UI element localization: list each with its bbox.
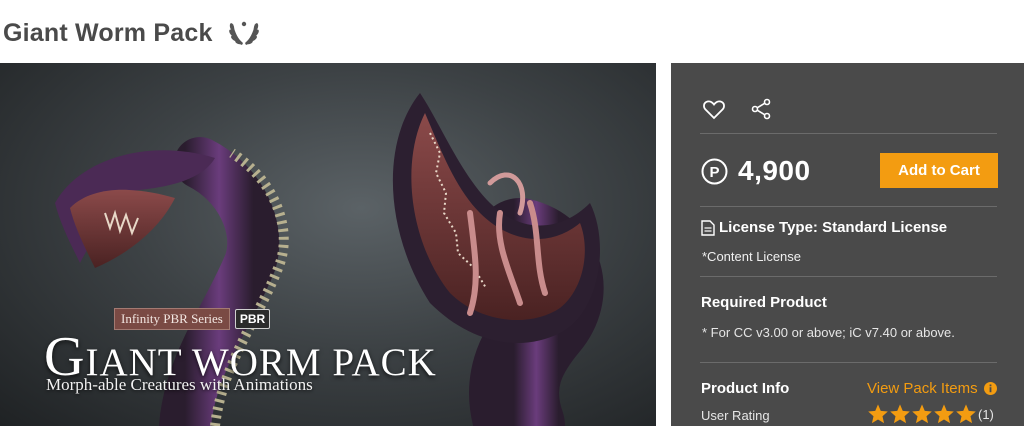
license-type: License Type: Standard License	[701, 219, 947, 236]
divider	[700, 206, 997, 207]
view-pack-items-label: View Pack Items	[867, 380, 978, 397]
add-to-cart-button[interactable]: Add to Cart	[880, 153, 998, 188]
purchase-panel: P 4,900 Add to Cart License Type: Standa…	[671, 63, 1024, 426]
divider	[700, 133, 997, 134]
divider	[700, 276, 997, 277]
points-currency-icon: P	[701, 158, 728, 184]
title-row: Giant Worm Pack	[3, 16, 261, 50]
user-rating-stars: (1)	[867, 403, 994, 425]
heart-icon[interactable]	[702, 97, 726, 121]
star-icon	[890, 404, 910, 424]
document-icon	[701, 219, 715, 236]
view-pack-items-link[interactable]: View Pack Items	[867, 380, 997, 397]
price: 4,900	[738, 155, 811, 186]
product-info-title: Product Info	[701, 380, 790, 397]
product-hero-image[interactable]: Infinity PBR Series PBR GIANT WORM PACK …	[0, 63, 656, 426]
info-icon	[983, 382, 997, 395]
star-icon	[934, 404, 954, 424]
required-product-title: Required Product	[701, 294, 827, 311]
hero-subtitle: Morph-able Creatures with Animations	[46, 375, 313, 394]
rating-count: (1)	[978, 406, 994, 422]
license-note: *Content License	[702, 249, 802, 264]
star-icon	[868, 404, 888, 424]
laurel-wreath-icon	[228, 21, 259, 45]
user-rating-label: User Rating	[701, 408, 770, 423]
required-product-text: * For CC v3.00 or above; iC v7.40 or abo…	[702, 325, 955, 340]
star-icon	[912, 404, 932, 424]
license-label: License Type: Standard License	[719, 219, 948, 236]
price-symbol: P	[709, 164, 719, 181]
share-icon[interactable]	[749, 97, 773, 121]
page-title: Giant Worm Pack	[3, 18, 213, 47]
divider	[700, 362, 997, 363]
price-row: P 4,900	[701, 155, 811, 187]
star-icon	[956, 404, 976, 424]
